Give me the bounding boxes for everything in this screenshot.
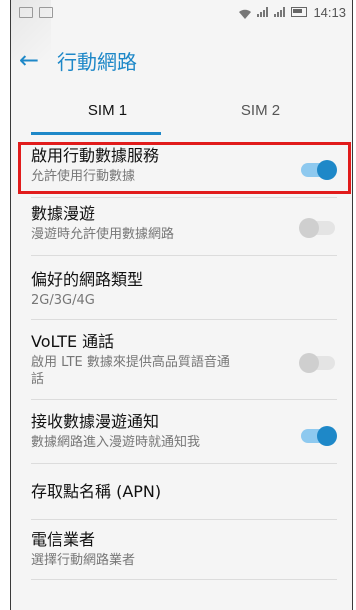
battery-icon bbox=[291, 7, 308, 17]
tab-sim1[interactable]: SIM 1 bbox=[31, 92, 184, 132]
toggle-knob bbox=[317, 426, 337, 446]
setting-row-carrier[interactable]: 電信業者 選擇行動網路業者 bbox=[31, 530, 337, 580]
roaming-notification-toggle[interactable] bbox=[301, 426, 337, 446]
setting-row-roaming-notification[interactable]: 接收數據漫遊通知 數據網路進入漫遊時就通知我 bbox=[31, 412, 337, 464]
setting-subtitle: 2G/3G/4G bbox=[31, 293, 95, 308]
tab-sim2[interactable]: SIM 2 bbox=[184, 92, 337, 132]
setting-subtitle: 選擇行動網路業者 bbox=[31, 553, 136, 568]
signal-sim1-icon bbox=[257, 7, 269, 17]
toggle-knob bbox=[299, 353, 319, 373]
toggle-knob bbox=[299, 218, 319, 238]
data-roaming-toggle[interactable] bbox=[299, 218, 335, 238]
wifi-icon bbox=[239, 7, 252, 19]
sim-tabs: SIM 1 SIM 2 bbox=[31, 92, 337, 132]
setting-subtitle: 漫遊時允許使用數據網路 bbox=[31, 227, 175, 242]
image-notification-icon bbox=[39, 6, 53, 18]
image-notification-icon bbox=[19, 6, 33, 18]
setting-title: 存取點名稱 (APN) bbox=[31, 482, 162, 501]
signal-sim2-icon bbox=[274, 7, 286, 17]
setting-row-data-roaming[interactable]: 數據漫遊 漫遊時允許使用數據網路 bbox=[31, 204, 337, 256]
status-bar: 14:13 bbox=[11, 0, 352, 24]
page-title: 行動網路 bbox=[57, 49, 137, 74]
setting-row-apn[interactable]: 存取點名稱 (APN) bbox=[31, 478, 337, 520]
setting-title: VoLTE 通話 bbox=[31, 332, 115, 351]
app-bar: ← 行動網路 bbox=[11, 40, 352, 80]
setting-title: 偏好的網路類型 bbox=[31, 270, 144, 289]
setting-title: 啟用行動數據服務 bbox=[31, 146, 160, 165]
toggle-knob bbox=[317, 160, 337, 180]
clock: 14:13 bbox=[313, 4, 346, 20]
setting-subtitle: 數據網路進入漫遊時就通知我 bbox=[31, 435, 201, 450]
active-tab-indicator bbox=[31, 132, 161, 135]
volte-toggle[interactable] bbox=[299, 353, 335, 373]
mobile-data-toggle[interactable] bbox=[301, 160, 337, 180]
setting-row-enable-mobile-data[interactable]: 啟用行動數據服務 允許使用行動數據 bbox=[31, 146, 337, 198]
phone-screen: 14:13 ← 行動網路 SIM 1 SIM 2 啟用行動數據服務 允許使用行動… bbox=[10, 0, 353, 610]
setting-title: 電信業者 bbox=[31, 530, 96, 549]
setting-title: 接收數據漫遊通知 bbox=[31, 412, 160, 431]
notification-icons bbox=[19, 6, 53, 18]
setting-subtitle: 允許使用行動數據 bbox=[31, 169, 136, 184]
back-arrow-icon[interactable]: ← bbox=[19, 48, 47, 72]
setting-row-preferred-network-type[interactable]: 偏好的網路類型 2G/3G/4G bbox=[31, 270, 337, 320]
setting-title: 數據漫遊 bbox=[31, 204, 96, 223]
status-indicators: 14:13 bbox=[239, 5, 346, 20]
setting-subtitle: 啟用 LTE 數據來提供高品質語音通話 bbox=[31, 355, 230, 387]
setting-row-volte[interactable]: VoLTE 通話 啟用 LTE 數據來提供高品質語音通話 bbox=[31, 332, 337, 400]
